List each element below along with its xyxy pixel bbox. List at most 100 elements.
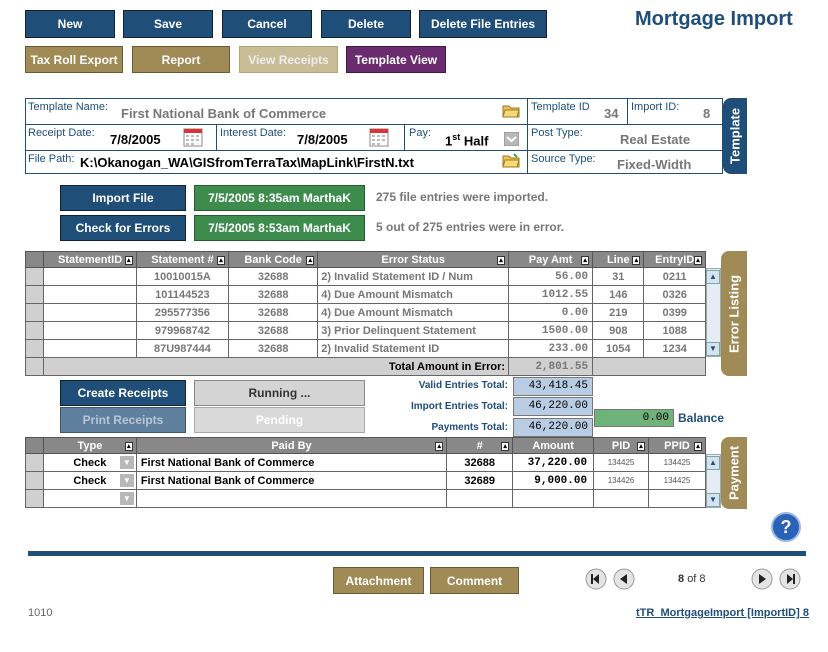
table-row[interactable]: Check ▼ First National Bank of Commerce 326… xyxy=(25,453,706,472)
pay-value[interactable]: 1st Half xyxy=(445,132,488,148)
column-header[interactable]: Statement # ▴ xyxy=(135,251,230,268)
row-selector[interactable] xyxy=(24,285,45,304)
folder-open-icon[interactable] xyxy=(502,102,520,118)
sort-icon[interactable]: ▴ xyxy=(124,442,133,451)
sort-icon[interactable]: ▴ xyxy=(637,442,645,451)
header-label: Bank Code xyxy=(244,253,302,266)
interest-date-value[interactable]: 7/8/2005 xyxy=(297,132,348,147)
sort-icon[interactable]: ▴ xyxy=(497,256,506,265)
cell: 56.00 xyxy=(508,267,594,286)
file-path-value[interactable]: K:\Okanogan_WA\GISfromTerraTax\MapLink\F… xyxy=(80,155,414,170)
type-select[interactable]: Check ▼ xyxy=(42,471,137,490)
import-file-button[interactable]: Import File xyxy=(60,185,186,211)
cell[interactable] xyxy=(512,489,595,508)
sort-icon[interactable]: ▴ xyxy=(217,256,226,265)
column-header[interactable]: # ▴ xyxy=(446,437,514,454)
scroll-down-icon[interactable]: ▼ xyxy=(706,342,720,356)
error-listing-side-tab[interactable]: Error Listing xyxy=(721,251,747,376)
row-selector[interactable] xyxy=(25,489,44,508)
source-type-value: Fixed-Width xyxy=(617,157,692,172)
total-label: Total Amount in Error: xyxy=(43,357,510,376)
payment-side-tab[interactable]: Payment xyxy=(721,437,747,509)
view-receipts-button[interactable]: View Receipts xyxy=(239,46,338,73)
column-header[interactable]: Error Status ▴ xyxy=(317,251,510,268)
column-header[interactable]: PPID ▴ xyxy=(648,437,706,454)
cancel-button[interactable]: Cancel xyxy=(222,10,312,38)
sort-icon[interactable]: ▴ xyxy=(124,256,133,265)
check-errors-button[interactable]: Check for Errors xyxy=(60,215,186,241)
print-receipts-button[interactable]: Print Receipts xyxy=(60,407,186,433)
column-header[interactable]: StatementID ▴ xyxy=(43,251,137,268)
tax-roll-export-button[interactable]: Tax Roll Export xyxy=(25,46,123,73)
row-selector[interactable] xyxy=(24,321,45,340)
cell xyxy=(593,489,649,508)
delete-file-entries-button[interactable]: Delete File Entries xyxy=(419,10,547,38)
chevron-down-icon[interactable]: ▼ xyxy=(119,474,134,487)
table-row[interactable]: Check ▼ First National Bank of Commerce 326… xyxy=(25,471,706,490)
sort-icon[interactable]: ▴ xyxy=(581,256,590,265)
row-selector[interactable] xyxy=(25,453,44,472)
type-select[interactable]: Check ▼ xyxy=(42,453,137,472)
attachment-button[interactable]: Attachment xyxy=(333,567,424,594)
check-message: 5 out of 275 entries were in error. xyxy=(376,220,565,234)
layout-link[interactable]: tTR_MortgageImport [ImportID] 8 xyxy=(636,607,809,619)
column-header[interactable]: Type ▴ xyxy=(42,437,137,454)
template-side-tab[interactable]: Template xyxy=(723,98,747,174)
sort-icon[interactable]: ▴ xyxy=(694,256,702,265)
table-row[interactable]: 295577356 32688 4) Due Amount Mismatch 0.00… xyxy=(24,303,706,322)
scroll-up-icon[interactable]: ▲ xyxy=(706,456,720,470)
save-button[interactable]: Save xyxy=(123,10,213,38)
new-button[interactable]: New xyxy=(25,10,115,38)
calendar-icon[interactable] xyxy=(369,127,389,147)
comment-button[interactable]: Comment xyxy=(430,567,519,594)
calendar-icon[interactable] xyxy=(183,127,203,147)
cell[interactable] xyxy=(135,489,448,508)
first-record-icon[interactable] xyxy=(585,568,607,590)
new-row[interactable]: ▼ xyxy=(25,489,706,508)
delete-button[interactable]: Delete xyxy=(321,10,411,38)
row-selector[interactable] xyxy=(24,303,45,322)
question-icon[interactable]: ? xyxy=(771,512,801,542)
last-record-icon[interactable] xyxy=(779,568,801,590)
chevron-down-icon[interactable]: ▼ xyxy=(119,456,134,469)
column-header[interactable]: Paid By ▴ xyxy=(135,437,448,454)
cell[interactable]: 9,000.00 xyxy=(512,471,595,490)
create-receipts-button[interactable]: Create Receipts xyxy=(60,380,186,406)
row-selector[interactable] xyxy=(24,267,45,286)
sort-icon[interactable]: ▴ xyxy=(306,256,315,265)
cell[interactable]: 37,220.00 xyxy=(512,453,595,472)
column-header[interactable]: EntryID ▴ xyxy=(643,251,706,268)
cell[interactable]: 32689 xyxy=(446,471,514,490)
type-select[interactable]: ▼ xyxy=(42,489,137,508)
table-row[interactable]: 101144523 32688 4) Due Amount Mismatch 1012… xyxy=(24,285,706,304)
next-record-icon[interactable] xyxy=(751,568,773,590)
previous-record-icon[interactable] xyxy=(613,568,635,590)
row-selector[interactable] xyxy=(24,339,45,358)
table-row[interactable]: 979968742 32688 3) Prior Delinquent Statem… xyxy=(24,321,706,340)
sort-icon[interactable]: ▴ xyxy=(435,442,444,451)
cell[interactable]: 32688 xyxy=(446,453,514,472)
chevron-down-icon[interactable] xyxy=(503,131,520,147)
table-row[interactable]: 10010015A 32688 2) Invalid Statement ID / … xyxy=(24,267,706,286)
row-selector[interactable] xyxy=(25,471,44,490)
column-header[interactable]: Pay Amt ▴ xyxy=(508,251,594,268)
cell[interactable] xyxy=(446,489,514,508)
sort-icon[interactable]: ▴ xyxy=(501,442,510,451)
template-name-value[interactable]: First National Bank of Commerce xyxy=(121,106,326,121)
cell[interactable]: First National Bank of Commerce xyxy=(135,453,448,472)
receipt-date-value[interactable]: 7/8/2005 xyxy=(110,132,161,147)
sort-icon[interactable]: ▴ xyxy=(632,256,641,265)
cell[interactable]: First National Bank of Commerce xyxy=(135,471,448,490)
report-button[interactable]: Report xyxy=(132,46,230,73)
table-row[interactable]: 87U987444 32688 2) Invalid Statement ID 233… xyxy=(24,339,706,358)
column-header[interactable]: Line ▴ xyxy=(592,251,645,268)
column-header[interactable]: Bank Code ▴ xyxy=(228,251,319,268)
scroll-up-icon[interactable]: ▲ xyxy=(706,270,720,284)
column-header[interactable]: PID ▴ xyxy=(593,437,649,454)
chevron-down-icon[interactable]: ▼ xyxy=(119,492,134,505)
folder-icon[interactable] xyxy=(502,152,520,168)
header-label: Type xyxy=(77,439,103,452)
template-view-button[interactable]: Template View xyxy=(346,46,446,73)
sort-icon[interactable]: ▴ xyxy=(694,442,702,451)
scroll-down-icon[interactable]: ▼ xyxy=(706,493,720,507)
